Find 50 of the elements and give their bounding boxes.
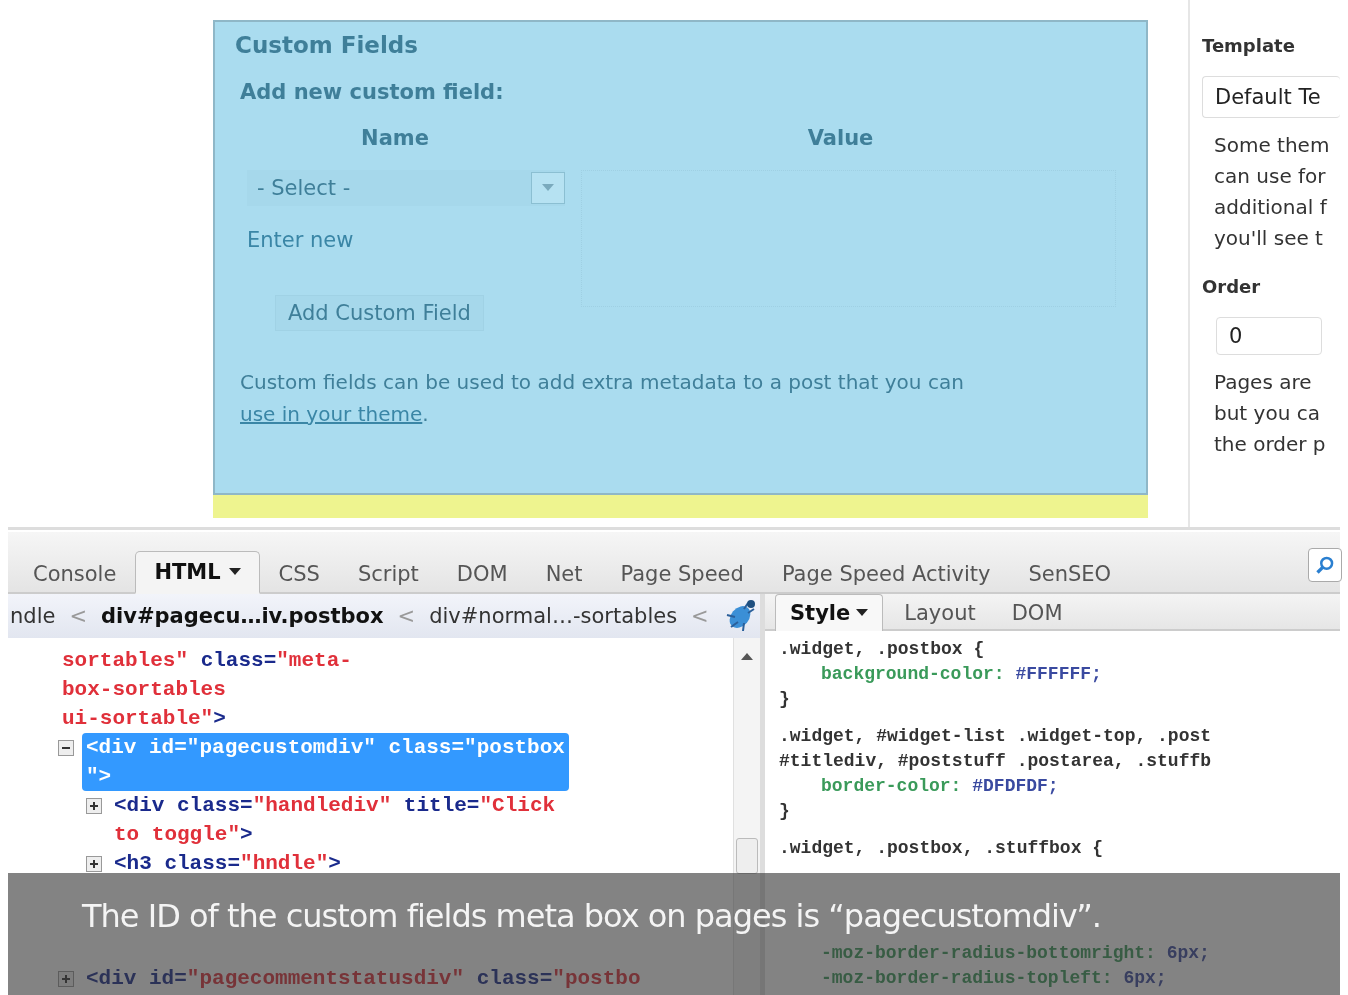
panel-tab[interactable]: Net [526,553,602,594]
template-label: Template [1202,35,1296,56]
breadcrumb-separator: < [69,604,87,628]
panel-tab[interactable]: HTML [135,551,260,594]
breadcrumb-separator: < [691,604,709,628]
caption-text: The ID of the custom fields meta box on pages is “pagecustomdiv”. [82,897,1101,935]
css-declaration: -moz-border-radius-topleft: 6px; [820,967,1168,990]
section-heading: Add new custom field: [239,80,505,104]
column-header: Value [806,126,875,150]
side-panel-tab[interactable]: Style [775,594,884,631]
description-text: Custom fields can be used to add extra metadata to a post that you can use in your theme. [239,369,965,428]
closing-brace: } [779,688,791,711]
column-header: Name [360,126,430,150]
css-selector: .widget, .postbox, .stuffbox { [779,837,1105,860]
order-help-text: Pages are but you ca the order p [1213,369,1327,458]
code-line[interactable]: sortables" class="meta- [58,646,356,675]
panel-tab[interactable]: Page Speed [601,553,763,594]
code-line[interactable]: box-sortables [58,675,356,704]
closing-brace: } [779,800,791,823]
code-line[interactable]: <h3 class="hndle"> [110,849,345,878]
css-selector: .widget, .postbox { [779,638,986,661]
css-declaration: background-color: #FFFFFF; [820,663,1103,686]
side-panel-tab[interactable]: DOM [996,594,1078,631]
panel-tab[interactable]: DOM [437,553,527,594]
code-line[interactable]: ui-sortable"> [58,704,356,733]
css-declaration: -moz-border-radius-bottomright: 6px; [820,942,1211,965]
code-line[interactable]: <div id="pagecommentstatusdiv" class="postbo [82,964,645,993]
meta-box-title: Custom Fields [235,32,419,58]
order-label: Order [1202,276,1262,297]
breadcrumb-item[interactable]: div#pagecu…iv.postbox [101,604,384,628]
side-panel-tab[interactable]: Layout [889,594,991,631]
panel-tab[interactable]: SenSEO [1009,553,1131,594]
breadcrumb-item[interactable]: div#normal…-sortables [429,604,678,628]
breadcrumb-item[interactable]: ndle [10,604,56,628]
dropdown-arrow-icon [542,184,554,192]
template-help-text: Some them can use for additional f you'll see t [1213,132,1331,252]
order-input[interactable]: 0 [1216,317,1322,355]
panel-tab[interactable]: Console [14,553,136,594]
panel-tab[interactable]: Script [338,553,438,594]
scroll-up-icon[interactable] [741,652,753,660]
breadcrumb-separator: < [397,604,416,628]
code-line[interactable]: to toggle"> [110,820,560,849]
css-declaration: border-color: #DFDFDF; [820,775,1060,798]
code-line[interactable]: <div class="handlediv" title="Click [110,791,560,820]
css-selector: #titlediv, #poststuff .postarea, .stuffb [779,750,1213,773]
panel-tab[interactable]: CSS [259,553,339,594]
panel-tab[interactable]: Page Speed Activity [762,553,1010,594]
search-button[interactable] [1308,548,1342,582]
css-selector: .widget, #widget-list .widget-top, .post [779,725,1213,748]
scrollbar-thumb[interactable] [736,838,758,874]
